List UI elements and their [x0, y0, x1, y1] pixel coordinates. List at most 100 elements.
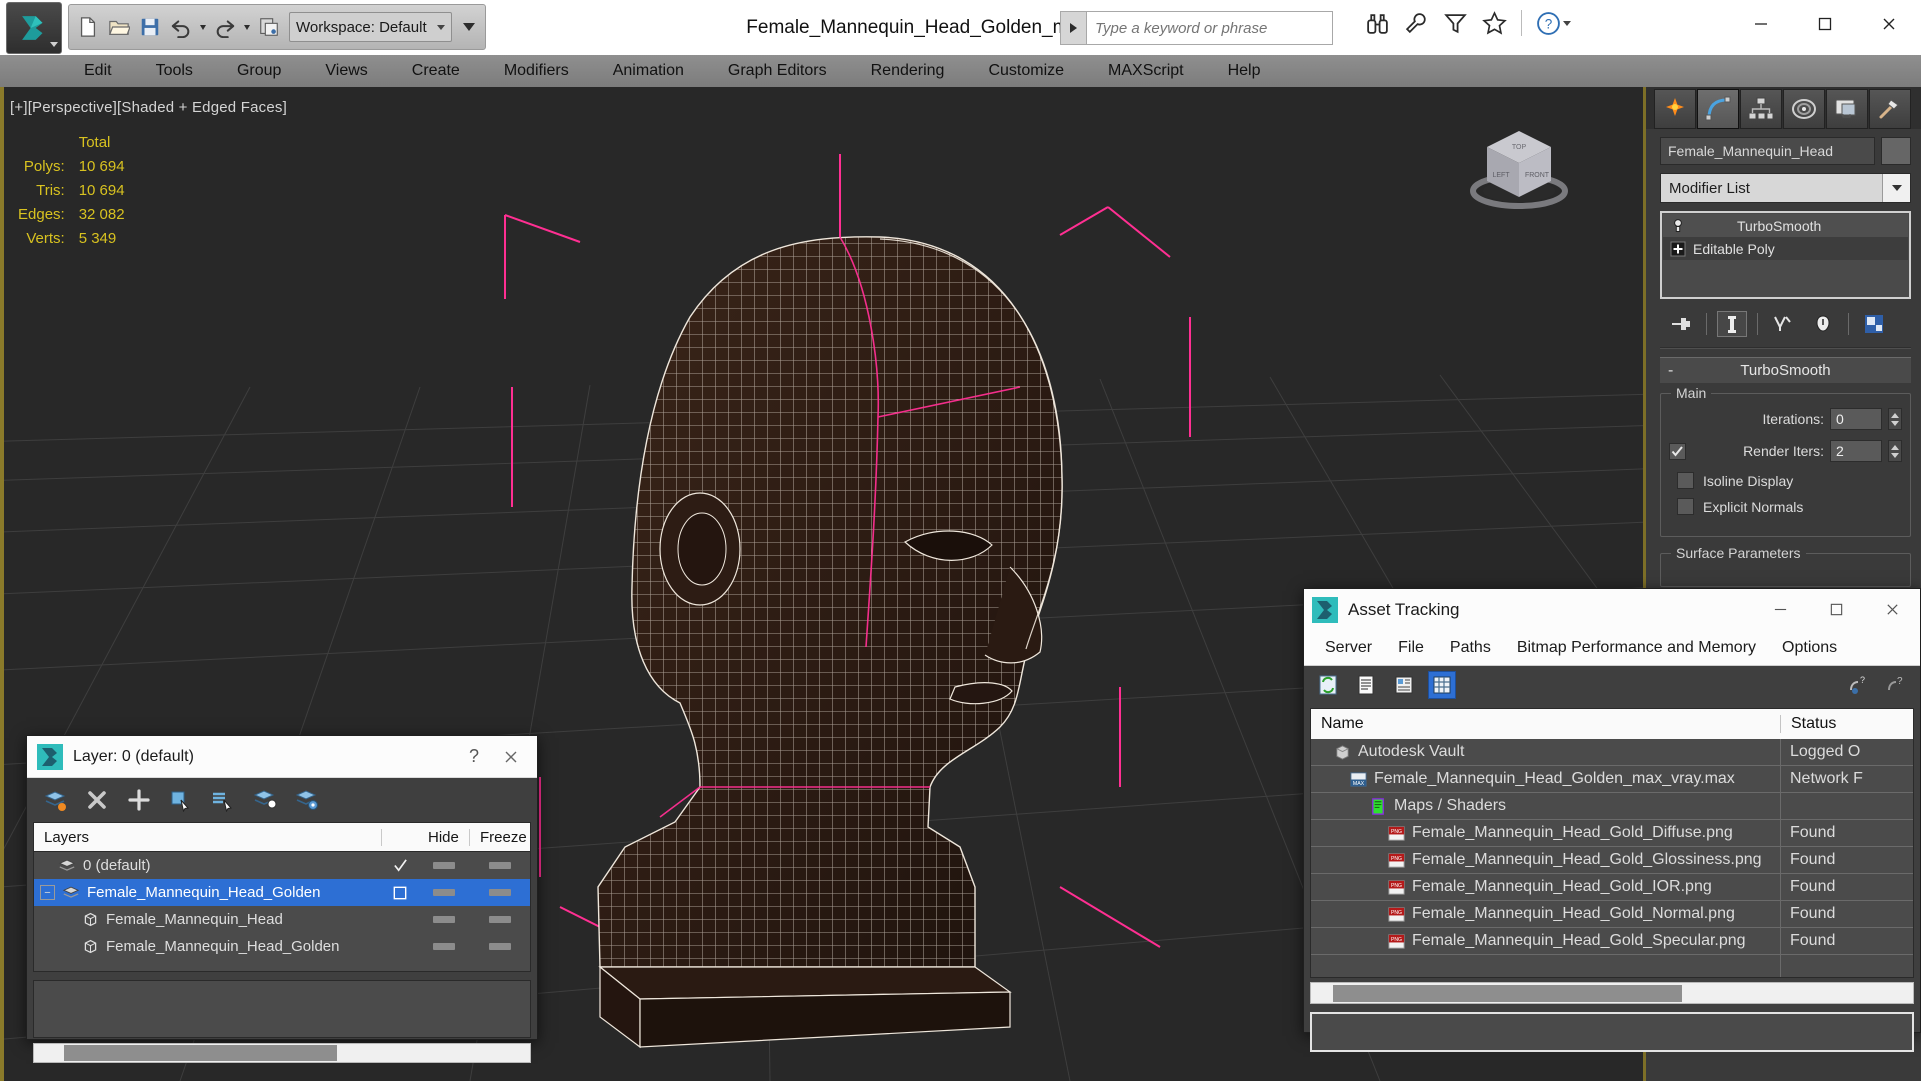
- asset-close-button[interactable]: [1864, 590, 1920, 630]
- pin-stack-icon[interactable]: [1666, 311, 1696, 337]
- layer-help-button[interactable]: ?: [457, 740, 491, 774]
- chevron-down-icon[interactable]: [1882, 174, 1910, 202]
- turbosmooth-rollout-header[interactable]: - TurboSmooth: [1660, 357, 1911, 383]
- select-objects-icon[interactable]: [167, 786, 195, 814]
- layer-column-hide[interactable]: Hide: [418, 828, 470, 846]
- asset-row-ior[interactable]: PNG Female_Mannequin_Head_Gold_IOR.png F…: [1311, 873, 1913, 901]
- menu-item-tools[interactable]: Tools: [134, 55, 215, 87]
- search-input[interactable]: [1087, 12, 1332, 44]
- asset-menu-bitmap-performance[interactable]: Bitmap Performance and Memory: [1504, 639, 1769, 657]
- delete-layer-icon[interactable]: [83, 786, 111, 814]
- app-menu-caret[interactable]: [50, 42, 58, 47]
- remove-modifier-icon[interactable]: [1808, 311, 1838, 337]
- layer-hide-toggle[interactable]: [418, 889, 470, 896]
- workspace-selector[interactable]: Workspace: Default: [289, 12, 452, 42]
- asset-column-status[interactable]: Status: [1781, 715, 1913, 733]
- wrench-icon[interactable]: [1404, 11, 1429, 36]
- help-query-icon[interactable]: ?: [1882, 671, 1910, 699]
- layer-freeze-toggle[interactable]: [470, 862, 530, 869]
- minimize-button[interactable]: [1729, 0, 1793, 48]
- star-icon[interactable]: [1482, 10, 1507, 36]
- explicit-normals-checkbox[interactable]: [1677, 498, 1694, 515]
- modifier-stack-item-turbosmooth[interactable]: TurboSmooth: [1663, 214, 1908, 237]
- asset-scrollbar-thumb[interactable]: [1333, 984, 1683, 1002]
- configure-sets-icon[interactable]: [1859, 311, 1889, 337]
- show-end-result-icon[interactable]: [1717, 311, 1747, 337]
- layer-properties-icon[interactable]: [293, 786, 321, 814]
- rollout-collapse-icon[interactable]: -: [1668, 362, 1673, 380]
- add-layer-icon[interactable]: [125, 786, 153, 814]
- layer-close-button[interactable]: [491, 740, 531, 774]
- iterations-input[interactable]: 0: [1830, 408, 1882, 430]
- layer-current-check[interactable]: [382, 886, 418, 900]
- layer-column-freeze[interactable]: Freeze: [470, 829, 530, 846]
- asset-menu-file[interactable]: File: [1385, 639, 1437, 657]
- asset-row-specular[interactable]: PNG Female_Mannequin_Head_Gold_Specular.…: [1311, 927, 1913, 955]
- menu-item-group[interactable]: Group: [215, 55, 303, 87]
- layer-hide-toggle[interactable]: [418, 862, 470, 869]
- create-tab[interactable]: [1654, 89, 1696, 129]
- highlight-selected-icon[interactable]: [251, 786, 279, 814]
- create-new-layer-icon[interactable]: [41, 786, 69, 814]
- layer-current-check[interactable]: [382, 858, 418, 873]
- object-color-swatch[interactable]: [1881, 137, 1911, 165]
- modifier-stack-item-editable-poly[interactable]: Editable Poly: [1663, 237, 1908, 260]
- menu-item-maxscript[interactable]: MAXScript: [1086, 55, 1206, 87]
- viewport-label[interactable]: [+][Perspective][Shaded + Edged Faces]: [10, 99, 287, 116]
- asset-row-diffuse[interactable]: PNG Female_Mannequin_Head_Gold_Diffuse.p…: [1311, 819, 1913, 847]
- refresh-icon[interactable]: [1314, 671, 1342, 699]
- select-highlighted-icon[interactable]: [209, 786, 237, 814]
- menu-item-modifiers[interactable]: Modifiers: [482, 55, 591, 87]
- help-add-icon[interactable]: ?: [1844, 671, 1872, 699]
- view-cube[interactable]: TOP LEFT FRONT: [1459, 113, 1579, 223]
- redo-button[interactable]: [210, 8, 240, 46]
- open-file-button[interactable]: [104, 8, 134, 46]
- asset-row-maps-shaders[interactable]: Maps / Shaders: [1311, 792, 1913, 820]
- save-file-button[interactable]: [135, 8, 165, 46]
- layer-row-default[interactable]: 0 (default): [34, 852, 530, 879]
- new-file-button[interactable]: [73, 8, 103, 46]
- layer-row-golden[interactable]: − Female_Mannequin_Head_Golden: [34, 879, 530, 906]
- max-app-logo[interactable]: [6, 2, 62, 54]
- motion-tab[interactable]: [1783, 89, 1825, 129]
- layer-scrollbar-thumb[interactable]: [64, 1045, 337, 1061]
- maximize-button[interactable]: [1793, 0, 1857, 48]
- asset-maximize-button[interactable]: [1808, 590, 1864, 630]
- list-view-icon[interactable]: [1352, 671, 1380, 699]
- search-box[interactable]: [1060, 11, 1333, 45]
- menu-item-help[interactable]: Help: [1206, 55, 1283, 87]
- modify-tab[interactable]: [1697, 89, 1739, 129]
- layer-freeze-toggle[interactable]: [470, 916, 530, 923]
- asset-minimize-button[interactable]: [1752, 590, 1808, 630]
- menu-item-create[interactable]: Create: [390, 55, 482, 87]
- help-button[interactable]: ?: [1536, 11, 1571, 36]
- asset-menu-options[interactable]: Options: [1769, 639, 1850, 657]
- asset-tracking-dialog[interactable]: Asset Tracking Server File Paths Bitmap …: [1303, 588, 1921, 1052]
- layer-hide-toggle[interactable]: [418, 943, 470, 950]
- isoline-display-checkbox[interactable]: [1677, 472, 1694, 489]
- display-tab[interactable]: [1826, 89, 1868, 129]
- detail-view-icon[interactable]: [1390, 671, 1418, 699]
- asset-row-vault[interactable]: Autodesk Vault Logged O: [1311, 738, 1913, 766]
- render-iters-spinner[interactable]: [1888, 440, 1902, 462]
- plus-box-icon[interactable]: [1669, 240, 1687, 258]
- asset-row-normal[interactable]: PNG Female_Mannequin_Head_Gold_Normal.pn…: [1311, 900, 1913, 928]
- menu-item-rendering[interactable]: Rendering: [849, 55, 967, 87]
- render-iters-input[interactable]: 2: [1830, 440, 1882, 462]
- layer-row-object-head[interactable]: Female_Mannequin_Head: [34, 906, 530, 933]
- menu-item-edit[interactable]: Edit: [62, 55, 134, 87]
- render-iters-checkbox[interactable]: [1669, 442, 1686, 460]
- iterations-spinner[interactable]: [1888, 408, 1902, 430]
- binoculars-icon[interactable]: [1365, 11, 1390, 36]
- menu-item-views[interactable]: Views: [303, 55, 389, 87]
- grid-view-icon[interactable]: [1428, 671, 1456, 699]
- search-expand-icon[interactable]: [1061, 12, 1087, 44]
- workspace-dropdown-button[interactable]: [457, 7, 481, 47]
- asset-column-name[interactable]: Name: [1311, 715, 1781, 733]
- asset-row-glossiness[interactable]: PNG Female_Mannequin_Head_Gold_Glossines…: [1311, 846, 1913, 874]
- undo-button[interactable]: [166, 8, 196, 46]
- layer-row-object-golden[interactable]: Female_Mannequin_Head_Golden: [34, 933, 530, 960]
- layer-column-layers[interactable]: Layers: [34, 828, 382, 846]
- asset-menu-server[interactable]: Server: [1312, 639, 1385, 657]
- project-folder-button[interactable]: [254, 8, 284, 46]
